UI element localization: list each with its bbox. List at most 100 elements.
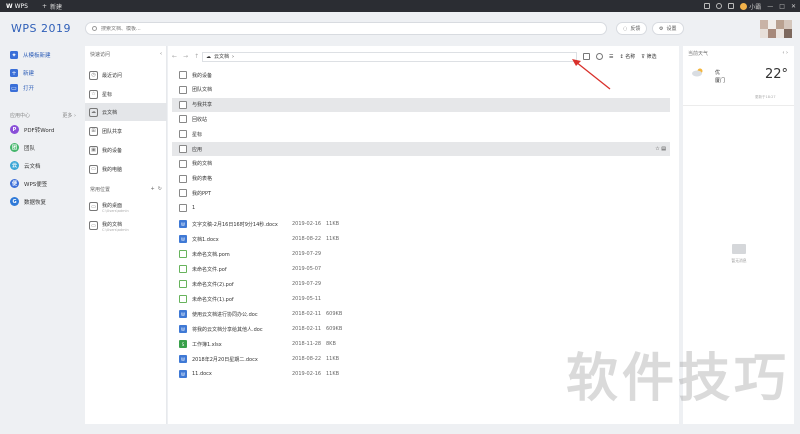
location-desktop[interactable]: ▭ 我的桌面 C:\Users\admin xyxy=(89,202,129,213)
wps-home-tab[interactable]: W WPS xyxy=(0,0,34,12)
recent-icon: ◷ xyxy=(89,70,98,80)
location-tools[interactable]: + ↻ xyxy=(150,186,162,193)
doc-file-icon: W xyxy=(179,355,187,363)
app-pdf-word[interactable]: P PDF转Word xyxy=(10,125,54,134)
app-wps-note[interactable]: 便 WPS便签 xyxy=(10,179,47,188)
window-icon[interactable] xyxy=(704,3,711,9)
folder-row[interactable]: 我的表格 xyxy=(172,172,670,186)
skin-icon[interactable] xyxy=(716,3,723,9)
forward-arrow-icon[interactable]: → xyxy=(183,53,188,60)
file-row[interactable]: 未命名文件(1).pof 2019-05-11 xyxy=(172,292,670,306)
location-path: C:\Users\admin xyxy=(102,228,129,232)
breadcrumb[interactable]: ☁ 云文档 › xyxy=(202,51,577,62)
file-size: 11KB xyxy=(326,236,340,242)
file-date: 2018-08-22 xyxy=(292,236,322,242)
quick-item-cloud[interactable]: ☁ 云文档 xyxy=(85,103,167,121)
nav-label: 打开 xyxy=(23,86,35,92)
quick-item-star[interactable]: ☆ 星标 xyxy=(85,85,167,103)
folder-row[interactable]: 回收站 xyxy=(172,112,670,126)
folder-icon xyxy=(179,159,187,168)
folder-name: 与我共享 xyxy=(192,102,213,109)
collapse-chevron-icon[interactable]: ‹ xyxy=(160,51,162,58)
app-label: 数据恢复 xyxy=(24,199,47,206)
cloud-sun-icon xyxy=(692,68,703,77)
settings-button[interactable]: ⚙ 设置 xyxy=(652,22,684,35)
open-folder-icon: ▭ xyxy=(10,84,18,92)
file-date: 2018-11-28 xyxy=(292,341,322,347)
app-team[interactable]: 团 团队 xyxy=(10,143,35,152)
file-date: 2019-07-29 xyxy=(292,281,322,287)
close-icon[interactable]: ✕ xyxy=(791,3,796,10)
doc-file-icon: W xyxy=(179,235,187,243)
file-date: 2019-02-16 xyxy=(292,221,322,227)
file-date: 2018-02-11 xyxy=(292,326,322,332)
avatar-image[interactable] xyxy=(760,20,792,38)
file-row[interactable]: 未命名文件.pof 2019-05-07 xyxy=(172,262,670,276)
user-menu[interactable]: 小霸 xyxy=(740,2,761,11)
back-arrow-icon[interactable]: ← xyxy=(172,53,177,60)
maximize-icon[interactable]: □ xyxy=(779,3,785,10)
file-date: 2019-07-29 xyxy=(292,251,322,257)
doc-file-icon: W xyxy=(179,310,187,318)
app-cloud-doc[interactable]: 云 云文档 xyxy=(10,161,41,170)
app-label: 云文档 xyxy=(24,163,41,170)
desktop-folder-icon: ▭ xyxy=(89,202,98,211)
app-data-recovery[interactable]: G 数据恢复 xyxy=(10,197,46,206)
pdf-word-icon: P xyxy=(10,125,19,134)
sort-button[interactable]: ↕ 名称 xyxy=(619,53,635,60)
file-name: 文字文稿-2月16日16时9分14秒.docx xyxy=(192,221,278,228)
feedback-label: 反馈 xyxy=(630,26,641,32)
folder-row[interactable]: 应用 ☆ ▤ xyxy=(172,142,670,156)
quick-item-label: 星标 xyxy=(102,91,113,98)
share-icon xyxy=(179,100,187,109)
cloud-doc-icon: 云 xyxy=(10,161,19,170)
folder-row[interactable]: 我的文档 xyxy=(172,157,670,171)
nav-template-new[interactable]: ✦ 从模板新建 xyxy=(10,51,51,59)
file-row[interactable]: 未命名文件(2).pof 2019-07-29 xyxy=(172,277,670,291)
up-arrow-icon[interactable]: ↑ xyxy=(194,53,199,60)
quick-item-recent[interactable]: ◷ 最近访问 xyxy=(85,66,167,84)
search-input[interactable] xyxy=(101,25,301,32)
sort-label: 名称 xyxy=(625,54,636,60)
watermark: 软件技巧 xyxy=(566,349,791,409)
quick-item-team-share[interactable]: ⊞ 团队共享 xyxy=(85,122,167,140)
nav-label: 从模板新建 xyxy=(23,53,51,59)
folder-row[interactable]: 我的PPT xyxy=(172,186,670,200)
file-row[interactable]: 未命名文档.pom 2019-07-29 xyxy=(172,247,670,261)
filter-label: 筛选 xyxy=(646,54,657,60)
envelope-icon xyxy=(732,244,746,254)
folder-row[interactable]: 星标 xyxy=(172,127,670,141)
bell-icon[interactable] xyxy=(728,3,735,9)
file-row[interactable]: W 文字文稿-2月16日16时9分14秒.docx 2019-02-16 11KB xyxy=(172,217,670,231)
search-bar[interactable] xyxy=(85,22,607,35)
nav-new[interactable]: + 新建 xyxy=(10,69,34,77)
pdf-file-icon xyxy=(179,250,187,258)
apps-more-link[interactable]: 更多 › xyxy=(62,112,76,119)
feedback-button[interactable]: ◌ 反馈 xyxy=(616,22,648,35)
star-folder-icon xyxy=(179,130,187,139)
quick-item-device[interactable]: ▣ 我的设备 xyxy=(85,141,167,159)
file-row[interactable]: W 使用云文档进行协同办公.doc 2018-02-11 609KB xyxy=(172,307,670,321)
star-icon: ☆ xyxy=(89,89,98,99)
minimize-icon[interactable]: — xyxy=(767,3,773,10)
new-tab-button[interactable]: + 新建 xyxy=(34,0,70,12)
quick-item-label: 我的设备 xyxy=(102,147,123,154)
file-row[interactable]: W 将我的云文档分享给其他人.doc 2018-02-11 609KB xyxy=(172,322,670,336)
quick-access-panel: 快速访问 ‹ ◷ 最近访问 ☆ 星标 ☁ 云文档 ⊞ 团队共享 ▣ 我的设备 ▭… xyxy=(85,46,167,424)
folder-row[interactable]: 与我共享 xyxy=(172,97,670,112)
file-row[interactable]: W 文档1.docx 2018-08-22 11KB xyxy=(172,232,670,246)
file-name: 11.docx xyxy=(192,371,212,377)
search-icon xyxy=(92,26,97,31)
folder-row[interactable]: 1 xyxy=(172,201,670,215)
weather-widget: 当前天气 ‹ › 优 厦门 22° 更新于18:27 xyxy=(683,46,794,106)
row-actions[interactable]: ☆ ▤ xyxy=(655,146,666,152)
filter-button[interactable]: ⊽ 筛选 xyxy=(641,53,656,60)
location-documents[interactable]: ▭ 我的文档 C:\Users\admin xyxy=(89,221,129,232)
wps-note-icon: 便 xyxy=(10,179,19,188)
file-name: 使用云文档进行协同办公.doc xyxy=(192,311,258,318)
weather-nav[interactable]: ‹ › xyxy=(782,50,788,57)
nav-open[interactable]: ▭ 打开 xyxy=(10,84,34,92)
computer-icon: ▭ xyxy=(89,164,98,174)
red-arrow-icon xyxy=(572,59,611,90)
quick-item-computer[interactable]: ▭ 我的电脑 xyxy=(85,160,167,178)
